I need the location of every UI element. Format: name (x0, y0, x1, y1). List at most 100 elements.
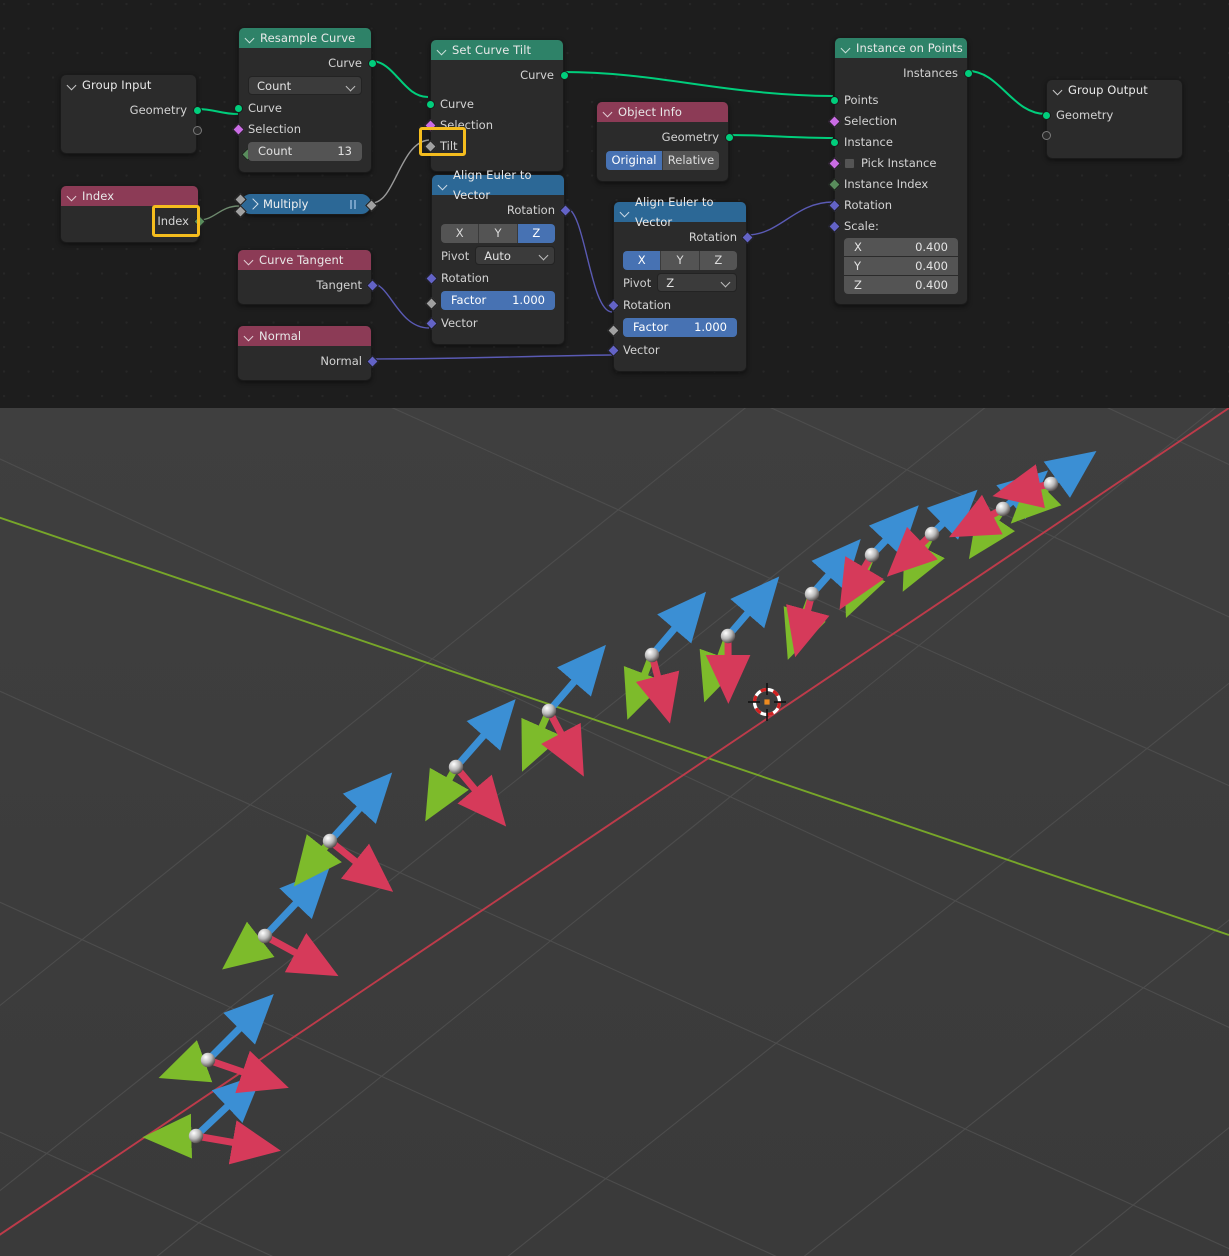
enum-option-original[interactable]: Original (606, 151, 663, 170)
socket-row-rotation-in[interactable]: Rotation (606, 295, 746, 316)
socket-scale-input[interactable] (827, 220, 841, 233)
node-header-object-info[interactable]: Object Info (597, 102, 728, 122)
chevron-down-icon[interactable] (438, 180, 448, 190)
chevron-down-icon[interactable] (437, 45, 447, 55)
enum-option-z[interactable]: Z (699, 251, 737, 270)
socket-geometry-output[interactable] (724, 133, 734, 142)
socket-row-curve-out[interactable]: Curve (431, 65, 569, 86)
socket-multiply-b[interactable] (234, 204, 247, 218)
chevron-down-icon[interactable] (1053, 85, 1063, 95)
socket-curve-input[interactable] (425, 100, 435, 109)
socket-row-points-in[interactable]: Points (829, 90, 967, 111)
chevron-down-icon[interactable] (244, 331, 254, 341)
node-curve-tangent[interactable]: Curve Tangent Tangent (237, 249, 379, 305)
node-align-euler-to-vector-2[interactable]: Align Euler to Vector Rotation X Y Z Piv… (606, 195, 754, 372)
socket-virtual-output[interactable] (192, 125, 202, 135)
socket-row-rotation-out[interactable]: Rotation (614, 227, 754, 248)
socket-row-instance-index-in[interactable]: Instance Index (827, 174, 967, 195)
factor-field[interactable]: Factor 1.000 (441, 291, 555, 310)
chevron-right-icon[interactable] (247, 198, 259, 210)
chevron-down-icon[interactable] (245, 33, 255, 43)
socket-row-normal-out[interactable]: Normal (238, 351, 379, 372)
resample-mode-dropdown[interactable]: Count (248, 76, 362, 95)
socket-instances-output[interactable] (963, 69, 973, 78)
node-resample-curve[interactable]: Resample Curve Curve Count Curve Selecti… (231, 27, 377, 173)
factor-field[interactable]: Factor 1.000 (623, 318, 737, 337)
node-header-normal[interactable]: Normal (238, 326, 371, 346)
chevron-down-icon[interactable] (620, 207, 630, 217)
geometry-node-editor[interactable]: Group Input Geometry Index Index Curve T… (0, 0, 1229, 408)
pivot-row-2[interactable]: Pivot Z (623, 273, 737, 292)
node-header-resample-curve[interactable]: Resample Curve (239, 28, 371, 48)
socket-row-selection-in[interactable]: Selection (827, 111, 967, 132)
count-widget-row[interactable]: Count 13 (239, 142, 371, 161)
socket-selection-input[interactable] (231, 123, 245, 136)
socket-rotation-output[interactable] (558, 204, 572, 217)
enum-option-x[interactable]: X (623, 251, 662, 270)
node-header-align-euler-2[interactable]: Align Euler to Vector (614, 195, 746, 229)
socket-normal-output[interactable] (365, 355, 379, 368)
socket-row-tangent-out[interactable]: Tangent (238, 275, 379, 296)
count-field[interactable]: Count 13 (248, 142, 362, 161)
socket-rotation-input[interactable] (424, 272, 438, 285)
socket-row-scale-in[interactable]: Scale: (827, 216, 967, 237)
node-header-index[interactable]: Index (61, 186, 198, 206)
socket-row-pick-instance-in[interactable]: Pick Instance (827, 153, 967, 174)
chevron-down-icon[interactable] (67, 80, 77, 90)
socket-geometry-output[interactable] (192, 106, 202, 115)
socket-multiply-value-output[interactable] (365, 198, 378, 212)
socket-row-selection-in[interactable]: Selection (231, 119, 371, 140)
pivot-dropdown[interactable]: Z (657, 273, 737, 292)
socket-row-rotation-out[interactable]: Rotation (432, 200, 572, 221)
enum-option-relative[interactable]: Relative (663, 151, 719, 170)
socket-factor-input[interactable] (606, 323, 620, 337)
socket-geometry-input[interactable] (1041, 111, 1051, 120)
socket-curve-output[interactable] (367, 59, 377, 68)
node-group-output[interactable]: Group Output Geometry (1041, 79, 1183, 159)
node-header-instance-on-points[interactable]: Instance on Points (835, 38, 967, 58)
socket-row-vector-in[interactable]: Vector (606, 340, 746, 361)
socket-row-geometry-out[interactable]: Geometry (597, 127, 734, 148)
socket-multiply-a[interactable] (234, 192, 247, 206)
socket-curve-input[interactable] (233, 104, 243, 113)
socket-row-curve-out[interactable]: Curve (239, 53, 377, 74)
pick-instance-checkbox[interactable] (844, 158, 855, 169)
socket-row-instance-in[interactable]: Instance (829, 132, 967, 153)
socket-rotation-output[interactable] (740, 231, 754, 244)
socket-instance-index-input[interactable] (827, 178, 841, 191)
socket-row-rotation-in[interactable]: Rotation (424, 268, 564, 289)
node-header-curve-tangent[interactable]: Curve Tangent (238, 250, 371, 270)
socket-row-tilt-in[interactable]: Tilt (423, 136, 563, 157)
socket-rotation-input[interactable] (827, 199, 841, 212)
socket-row-vector-in[interactable]: Vector (424, 313, 564, 334)
socket-tilt-input[interactable] (423, 140, 437, 153)
node-header-group-input[interactable]: Group Input (61, 75, 196, 95)
enum-option-y[interactable]: Y (479, 224, 518, 243)
socket-rotation-input[interactable] (606, 299, 620, 312)
socket-index-output[interactable] (192, 215, 206, 228)
socket-virtual-input[interactable] (1041, 130, 1051, 140)
factor-widget-row-2[interactable]: Factor 1.000 (606, 318, 746, 337)
chevron-down-icon[interactable] (67, 191, 77, 201)
socket-row-curve-in[interactable]: Curve (425, 94, 563, 115)
socket-selection-input[interactable] (423, 119, 437, 132)
socket-row-virtual-in[interactable] (1041, 126, 1182, 144)
socket-row-virtual-out[interactable] (61, 121, 202, 139)
socket-instance-input[interactable] (829, 138, 839, 147)
node-object-info[interactable]: Object Info Geometry Original Relative (596, 101, 734, 182)
socket-vector-input[interactable] (606, 344, 620, 357)
node-set-curve-tilt[interactable]: Set Curve Tilt Curve Curve Selection Til… (423, 39, 569, 172)
socket-points-input[interactable] (829, 96, 839, 105)
socket-row-rotation-in[interactable]: Rotation (827, 195, 967, 216)
socket-row-curve-in[interactable]: Curve (233, 98, 371, 119)
enum-option-y[interactable]: Y (661, 251, 700, 270)
enum-option-x[interactable]: X (441, 224, 480, 243)
socket-curve-output[interactable] (559, 71, 569, 80)
align-axis-enum-1[interactable]: X Y Z (441, 224, 555, 243)
socket-row-selection-in[interactable]: Selection (423, 115, 563, 136)
socket-row-index-out[interactable]: Index (61, 211, 206, 232)
chevron-down-icon[interactable] (841, 43, 851, 53)
socket-vector-input[interactable] (424, 317, 438, 330)
socket-row-instances-out[interactable]: Instances (835, 63, 973, 84)
align-axis-enum-2[interactable]: X Y Z (623, 251, 737, 270)
